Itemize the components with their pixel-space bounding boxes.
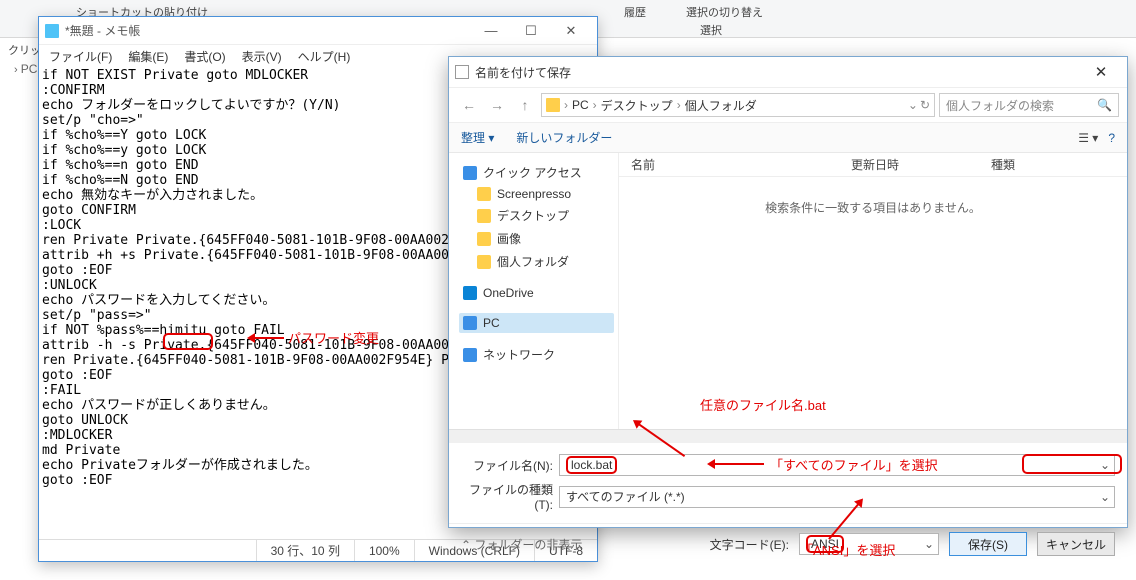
menu-file[interactable]: ファイル(F)	[49, 48, 112, 65]
view-options-button[interactable]: ☰ ▾	[1078, 131, 1098, 145]
notepad-icon	[45, 24, 59, 38]
chevron-down-icon[interactable]: ⌄	[1098, 458, 1112, 472]
ribbon-select-group: 選択	[700, 22, 722, 38]
minimize-button[interactable]: ―	[471, 19, 511, 43]
tree-item-personal[interactable]: 個人フォルダ	[473, 250, 614, 273]
dialog-navbar: ← → ↑ ›PC ›デスクトップ ›個人フォルダ ⌄↻ 個人フォルダの検索 🔍	[449, 87, 1127, 123]
folder-icon	[546, 98, 560, 112]
pc-icon	[463, 316, 477, 330]
ribbon-toggle-selection[interactable]: 選択の切り替え	[686, 4, 763, 20]
menu-help[interactable]: ヘルプ(H)	[298, 48, 351, 65]
crumb-desktop[interactable]: デスクトップ	[601, 97, 673, 114]
crumb-folder[interactable]: 個人フォルダ	[685, 97, 757, 114]
anno-arrow-filetype	[710, 463, 764, 465]
anno-box-filename: lock.bat	[566, 456, 617, 474]
menu-format[interactable]: 書式(O)	[184, 48, 225, 65]
list-header: 名前 更新日時 種類	[619, 153, 1127, 177]
anno-password: パスワード変更	[288, 328, 379, 347]
refresh-icon[interactable]: ↻	[920, 98, 930, 112]
crumb-pc[interactable]: PC	[572, 98, 589, 112]
status-pos: 30 行、10 列	[256, 540, 354, 561]
anno-arrow-password	[250, 337, 284, 339]
search-icon: 🔍	[1097, 98, 1112, 112]
cloud-icon	[463, 286, 477, 300]
tree-item-desktop[interactable]: デスクトップ	[473, 204, 614, 227]
folder-icon	[477, 209, 491, 223]
help-button[interactable]: ?	[1108, 131, 1115, 145]
tree-pc[interactable]: PC	[459, 313, 614, 333]
hide-folders-toggle[interactable]: ⌃ フォルダーの非表示	[461, 536, 582, 553]
search-input[interactable]: 個人フォルダの検索 🔍	[939, 93, 1119, 117]
anno-encoding: 「ANSI」を選択	[800, 540, 895, 559]
dialog-close-button[interactable]: ✕	[1081, 60, 1121, 84]
tree-onedrive[interactable]: OneDrive	[459, 283, 614, 303]
folder-icon	[477, 187, 491, 201]
network-icon	[463, 348, 477, 362]
horizontal-scrollbar[interactable]	[449, 429, 1127, 443]
notepad-titlebar[interactable]: *無題 - メモ帳 ― ☐ ✕	[39, 17, 597, 45]
nav-forward-button[interactable]: →	[485, 93, 509, 117]
filetype-select[interactable]: すべてのファイル (*.*)⌄	[559, 486, 1115, 508]
anno-filetype: 「すべてのファイル」を選択	[770, 455, 938, 474]
tree-quick-access[interactable]: クイック アクセス	[459, 161, 614, 184]
anno-filename: 任意のファイル名.bat	[700, 395, 826, 414]
dialog-titlebar[interactable]: 名前を付けて保存 ✕	[449, 57, 1127, 87]
nav-up-button[interactable]: ↑	[513, 93, 537, 117]
close-button[interactable]: ✕	[551, 19, 591, 43]
folder-icon	[477, 232, 491, 246]
menu-edit[interactable]: 編集(E)	[128, 48, 168, 65]
tree-network[interactable]: ネットワーク	[459, 343, 614, 366]
filename-label: ファイル名(N):	[461, 457, 553, 474]
cancel-button[interactable]: キャンセル	[1037, 532, 1115, 556]
dialog-toolbar: 整理 ▾ 新しいフォルダー ☰ ▾ ?	[449, 123, 1127, 153]
col-date[interactable]: 更新日時	[839, 156, 979, 173]
file-list: 名前 更新日時 種類 検索条件に一致する項目はありません。	[619, 153, 1127, 429]
dialog-icon	[455, 65, 469, 79]
tree-item-screenpresso[interactable]: Screenpresso	[473, 184, 614, 204]
dialog-title: 名前を付けて保存	[475, 64, 1081, 81]
nav-tree: クイック アクセス Screenpresso デスクトップ 画像 個人フォルダ …	[449, 153, 619, 429]
tree-item-pictures[interactable]: 画像	[473, 227, 614, 250]
filetype-label: ファイルの種類(T):	[461, 481, 553, 512]
save-button[interactable]: 保存(S)	[949, 532, 1027, 556]
status-zoom: 100%	[354, 540, 414, 561]
notepad-title: *無題 - メモ帳	[65, 22, 471, 39]
ribbon-history[interactable]: 履歴	[624, 4, 646, 20]
new-folder-button[interactable]: 新しいフォルダー	[516, 129, 612, 146]
col-name[interactable]: 名前	[619, 156, 839, 173]
search-placeholder: 個人フォルダの検索	[946, 97, 1054, 114]
menu-view[interactable]: 表示(V)	[242, 48, 282, 65]
nav-back-button[interactable]: ←	[457, 93, 481, 117]
anno-box-password	[163, 333, 213, 350]
chevron-down-icon[interactable]: ⌄	[908, 98, 918, 112]
chevron-down-icon[interactable]: ⌄	[922, 537, 936, 551]
breadcrumb-bar[interactable]: ›PC ›デスクトップ ›個人フォルダ ⌄↻	[541, 93, 935, 117]
encoding-label: 文字コード(E):	[710, 536, 789, 553]
empty-message: 検索条件に一致する項目はありません。	[619, 177, 1127, 238]
chevron-down-icon[interactable]: ⌄	[1098, 490, 1112, 504]
folder-icon	[477, 255, 491, 269]
maximize-button[interactable]: ☐	[511, 19, 551, 43]
explorer-left-breadcrumb[interactable]: › PC	[14, 62, 37, 76]
organize-button[interactable]: 整理 ▾	[461, 129, 494, 146]
star-icon	[463, 166, 477, 180]
col-type[interactable]: 種類	[979, 156, 1027, 173]
